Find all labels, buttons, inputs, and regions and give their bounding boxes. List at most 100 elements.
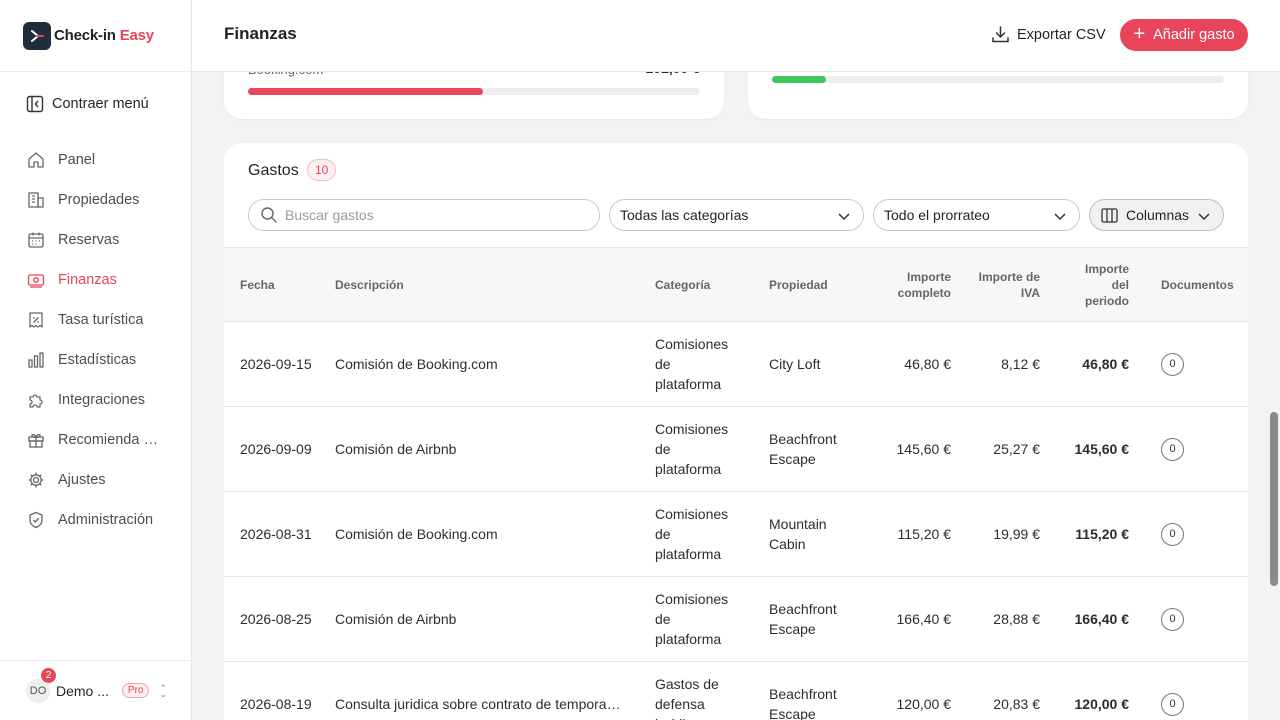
cell-categoria: Comisiones de plataforma [655,322,769,407]
table-row[interactable]: 2026-09-09 Comisión de Airbnb Comisiones d… [224,407,1248,492]
add-expense-button[interactable]: + Añadir gasto [1120,19,1248,51]
sidebar-item-administracion[interactable]: Administración [0,500,191,540]
cell-propiedad: Beachfront Escape [769,407,857,492]
cell-importe-completo: 115,20 € [897,526,951,542]
cell-categoria: Comisiones de plataforma [655,492,769,577]
cell-importe-completo: 166,40 € [896,611,952,627]
documents-count-button[interactable]: 0 [1161,352,1184,376]
column-header-categoria[interactable]: Categoría [655,247,769,322]
sidebar-item-finanzas[interactable]: Finanzas [0,260,191,300]
app-logo[interactable]: Check-in Easy [0,0,191,72]
chevron-down-icon [1054,213,1066,221]
proration-filter-value: Todo el prorrateo [884,207,990,223]
sidebar-item-label: Reservas [58,232,120,248]
column-header-propiedad[interactable]: Propiedad [769,247,857,322]
documents-count-button[interactable]: 0 [1161,437,1184,461]
sidebar-item-integraciones[interactable]: Integraciones [0,380,191,420]
cell-importe-completo: 145,60 € [896,441,952,457]
cell-fecha: 2026-08-25 [240,611,312,627]
chevron-down-icon [838,213,850,221]
sidebar-item-label: Estadísticas [58,352,137,368]
logo-mark-icon [23,21,51,50]
collapse-menu-label: Contraer menú [52,96,149,112]
cell-importe-periodo: 115,20 € [1075,526,1129,542]
sidebar-item-estadisticas[interactable]: Estadísticas [0,340,191,380]
sidebar-item-panel[interactable]: Panel [0,140,191,180]
user-menu[interactable]: DO 2 Demo ... Pro ⌃ ⌄ [0,660,191,720]
cell-descripcion-text: Comisión de Booking.com [335,526,498,542]
cell-categoria-text: Gastos de defensa jurídica [655,676,719,720]
home-icon [26,150,46,170]
gear-icon [26,470,46,490]
sidebar: Check-in Easy Contraer menú Panel Propie… [0,0,192,720]
cell-propiedad-text: Beachfront Escape [769,601,837,637]
sidebar-item-recomienda[interactable]: Recomienda y ... [0,420,191,460]
cell-importe-periodo: 145,60 € [1074,441,1130,457]
sidebar-item-label: Integraciones [58,392,146,408]
cell-documentos: 0 [1129,662,1248,720]
page-scrollbar[interactable] [1270,412,1278,586]
cell-importe-periodo: 120,00 € [1074,696,1130,712]
cell-categoria-text: Comisiones de plataforma [655,506,729,562]
sidebar-item-label: Recomienda y ... [58,432,163,448]
cell-importe-completo: 120,00 € [896,696,952,712]
chevron-up-down-icon: ⌃ ⌄ [159,682,168,699]
documents-count-button[interactable]: 0 [1161,607,1184,631]
expenses-title: Gastos [248,162,299,179]
table-header-row: Fecha Descripción Categoría Propiedad Im… [224,247,1248,322]
cell-categoria-text: Comisiones de plataforma [655,421,729,477]
columns-label: Columnas [1126,207,1190,223]
cell-propiedad-text: City Loft [769,356,821,372]
cell-propiedad: Mountain Cabin [769,492,857,577]
gift-icon [26,430,46,450]
cell-propiedad: Beachfront Escape [769,662,857,720]
table-row[interactable]: 2026-08-31 Comisión de Booking.com Comisio… [224,492,1248,577]
cell-documentos: 0 [1129,322,1248,407]
cell-propiedad-text: Beachfront Escape [769,431,837,467]
sidebar-collapse-icon [26,94,46,114]
table-row[interactable]: 2026-09-15 Comisión de Booking.com Comisio… [224,322,1248,407]
column-header-label: Importe completo [897,269,951,300]
column-header-documentos[interactable]: Documentos [1129,247,1248,322]
collapse-menu-button[interactable]: Contraer menú [26,94,149,114]
sidebar-item-propiedades[interactable]: Propiedades [0,180,191,220]
documents-count-button[interactable]: 0 [1161,522,1184,546]
column-header-importe-iva[interactable]: Importe de IVA [951,247,1040,322]
column-header-descripcion[interactable]: Descripción [335,247,655,322]
export-csv-button[interactable]: Exportar CSV [991,25,1106,44]
page-title: Finanzas [224,24,297,43]
sidebar-item-tasa-turistica[interactable]: Tasa turística [0,300,191,340]
cell-descripcion: Comisión de Booking.com [335,322,655,407]
cell-propiedad-text: Beachfront Escape [769,686,837,720]
sidebar-item-reservas[interactable]: Reservas [0,220,191,260]
logo-text: Check-in Easy [54,27,154,44]
column-header-importe-completo[interactable]: Importe completo [857,247,951,322]
cell-documentos: 0 [1129,407,1248,492]
columns-button[interactable]: Columnas [1089,199,1224,231]
avatar: DO 2 [26,666,57,703]
table-row[interactable]: 2026-08-19 Consulta juridica sobre contra… [224,662,1248,720]
cell-categoria: Comisiones de plataforma [655,577,769,662]
column-header-importe-periodo[interactable]: Importe del periodo [1040,247,1129,322]
proration-filter-select[interactable]: Todo el prorrateo [873,199,1080,231]
receipt-percent-icon [26,310,46,330]
calendar-icon [26,230,46,250]
cell-descripcion-text: Comisión de Booking.com [335,356,498,372]
category-filter-select[interactable]: Todas las categorías [609,199,864,231]
table-row[interactable]: 2026-08-25 Comisión de Airbnb Comisiones d… [224,577,1248,662]
search-input[interactable]: Buscar gastos [248,199,600,231]
cell-propiedad: Beachfront Escape [769,577,857,662]
download-icon [992,26,1009,43]
column-header-fecha[interactable]: Fecha [224,247,335,322]
cell-fecha: 2026-08-19 [240,696,312,712]
plan-badge: Pro [121,683,150,698]
sidebar-item-ajustes[interactable]: Ajustes [0,460,191,500]
documents-count-button[interactable]: 0 [1161,692,1184,716]
cell-importe-iva: 8,12 € [1001,356,1040,372]
cell-categoria-text: Comisiones de plataforma [655,591,729,647]
cell-categoria: Gastos de defensa jurídica [655,662,769,720]
cell-documentos: 0 [1129,577,1248,662]
cell-importe-periodo: 46,80 € [1082,356,1129,372]
columns-icon [1101,207,1118,223]
cell-propiedad: City Loft [769,322,857,407]
